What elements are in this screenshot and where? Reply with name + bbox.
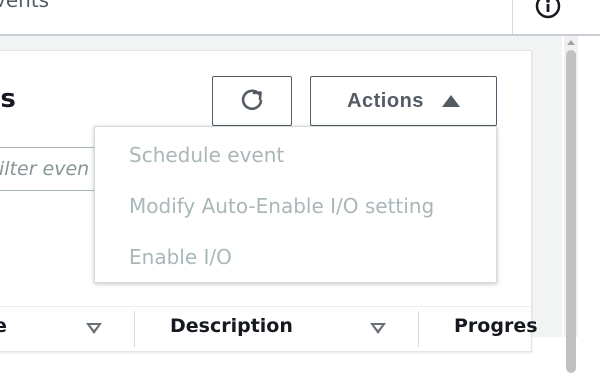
column-header-progress[interactable]: Progres	[454, 315, 538, 337]
menu-item-schedule-event[interactable]: Schedule event	[129, 143, 284, 167]
topbar-divider	[512, 0, 513, 34]
column-header-type[interactable]: e	[0, 315, 7, 337]
top-search-bar: vents	[0, 0, 600, 36]
sort-icon[interactable]	[370, 323, 386, 334]
menu-item-enable-io[interactable]: Enable I/O	[129, 245, 232, 269]
vertical-scrollbar[interactable]	[564, 36, 578, 373]
refresh-button[interactable]	[212, 76, 292, 126]
table-header-row: e Description Progres	[0, 306, 538, 347]
caret-up-icon	[441, 95, 460, 107]
scroll-up-arrow-icon[interactable]	[567, 40, 575, 45]
card-title: ts	[0, 84, 16, 114]
actions-button[interactable]: Actions	[310, 76, 497, 126]
column-divider	[418, 311, 419, 347]
actions-dropdown-menu: Schedule event Modify Auto-Enable I/O se…	[94, 126, 497, 283]
menu-item-modify-auto-enable-io[interactable]: Modify Auto-Enable I/O setting	[129, 194, 434, 218]
column-header-description[interactable]: Description	[170, 315, 293, 337]
column-divider	[134, 311, 135, 347]
scrollbar-thumb[interactable]	[566, 50, 576, 373]
filter-placeholder: ilter even	[0, 158, 90, 180]
filter-events-input[interactable]: ilter even	[0, 147, 105, 191]
search-query-text[interactable]: vents	[0, 0, 49, 12]
info-icon[interactable]	[534, 0, 562, 24]
sort-icon[interactable]	[86, 323, 102, 334]
refresh-icon	[239, 87, 265, 116]
actions-button-label: Actions	[347, 89, 424, 112]
